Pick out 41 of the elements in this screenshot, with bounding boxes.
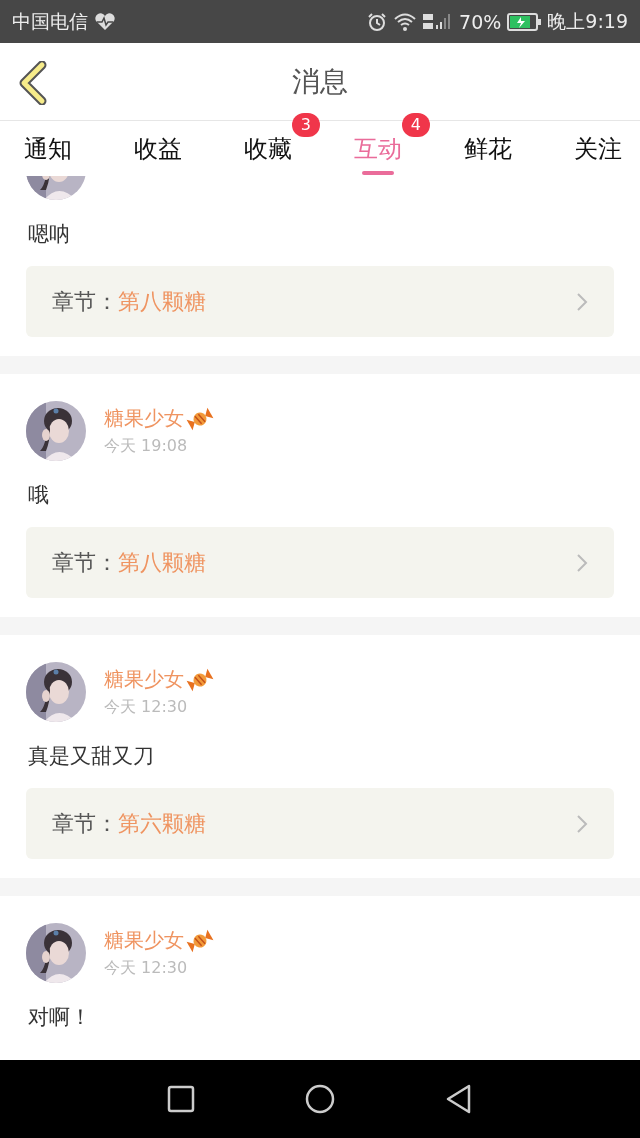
count-badge: 3 xyxy=(291,113,320,137)
chevron-icon xyxy=(576,291,588,312)
tab[interactable]: 收益 xyxy=(134,121,182,176)
chapter-link[interactable]: 章节：第六颗糖 xyxy=(26,788,614,859)
wifi-icon xyxy=(393,11,418,32)
chapter-title: 第六颗糖 xyxy=(118,809,207,838)
home-icon[interactable] xyxy=(305,1084,335,1114)
candy-icon xyxy=(186,928,214,953)
recents-icon[interactable] xyxy=(167,1085,195,1113)
tab[interactable]: 通知 xyxy=(24,121,72,176)
candy-icon xyxy=(186,667,214,692)
chevron-icon xyxy=(576,552,588,573)
chapter-label: 章节： xyxy=(52,548,118,577)
battery-icon xyxy=(507,12,542,31)
battery-percent: 70% xyxy=(459,10,502,33)
back-nav-icon[interactable] xyxy=(445,1084,473,1114)
chapter-label: 章节： xyxy=(52,809,118,838)
message-text: 哦 xyxy=(28,482,50,509)
tab[interactable]: 收藏 xyxy=(244,121,292,176)
page-title: 消息 xyxy=(292,63,348,100)
chapter-title: 第八颗糖 xyxy=(118,548,207,577)
message-text: 对啊！ xyxy=(28,1004,92,1031)
candy-icon xyxy=(186,406,214,431)
clock: 晚上9:19 xyxy=(547,8,628,34)
chapter-label: 章节： xyxy=(52,287,118,316)
message-time: 今天 19:08 xyxy=(104,436,189,457)
message-text: 真是又甜又刀 xyxy=(28,743,155,770)
message-time: 今天 12:30 xyxy=(104,697,189,718)
tab[interactable]: 鲜花 xyxy=(464,121,512,176)
count-badge: 4 xyxy=(401,113,430,137)
message-time: 今天 12:30 xyxy=(104,958,189,979)
message-text: 嗯呐 xyxy=(28,221,71,248)
chapter-link[interactable]: 章节：第八颗糖 xyxy=(26,527,614,598)
carrier: 中国电信 xyxy=(12,8,88,34)
tab[interactable]: 关注 xyxy=(574,121,622,176)
chevron-icon xyxy=(576,813,588,834)
heart-icon xyxy=(94,12,116,31)
alarm-icon xyxy=(367,11,388,32)
chapter-title: 第八颗糖 xyxy=(118,287,207,316)
tab-indicator xyxy=(362,171,394,175)
chapter-link[interactable]: 章节：第八颗糖 xyxy=(26,266,614,337)
